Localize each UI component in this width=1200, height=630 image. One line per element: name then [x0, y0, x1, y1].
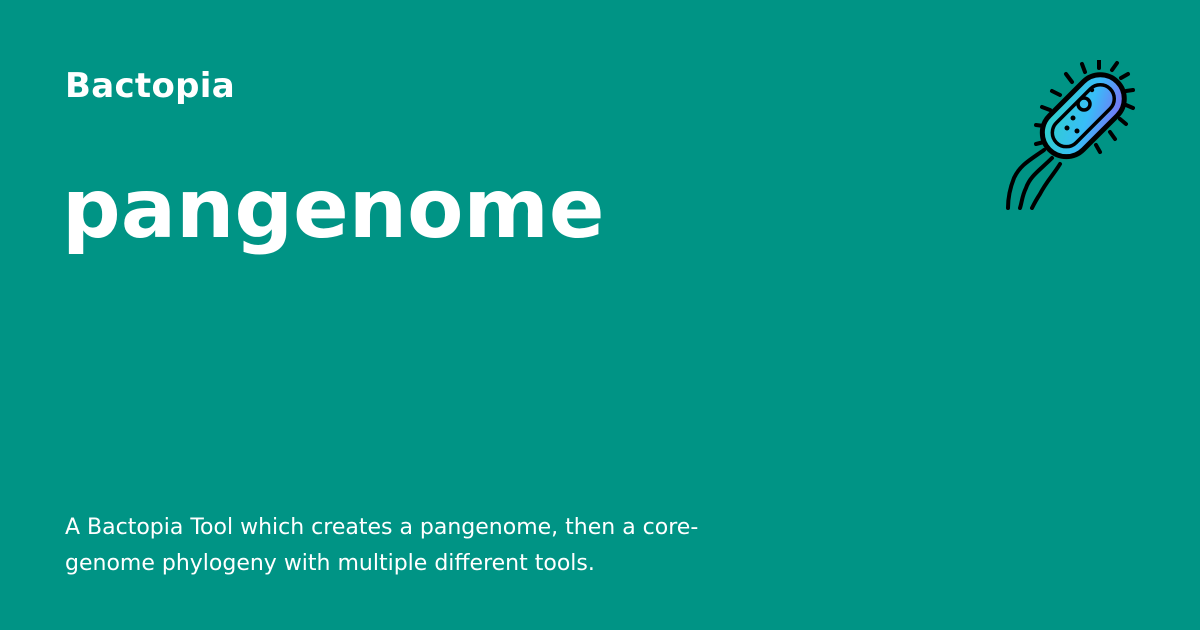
page-description: A Bactopia Tool which creates a pangenom… — [65, 515, 699, 576]
site-name: Bactopia — [65, 66, 235, 106]
page-title: pangenome — [62, 162, 605, 257]
bacterium-icon — [1000, 58, 1135, 210]
